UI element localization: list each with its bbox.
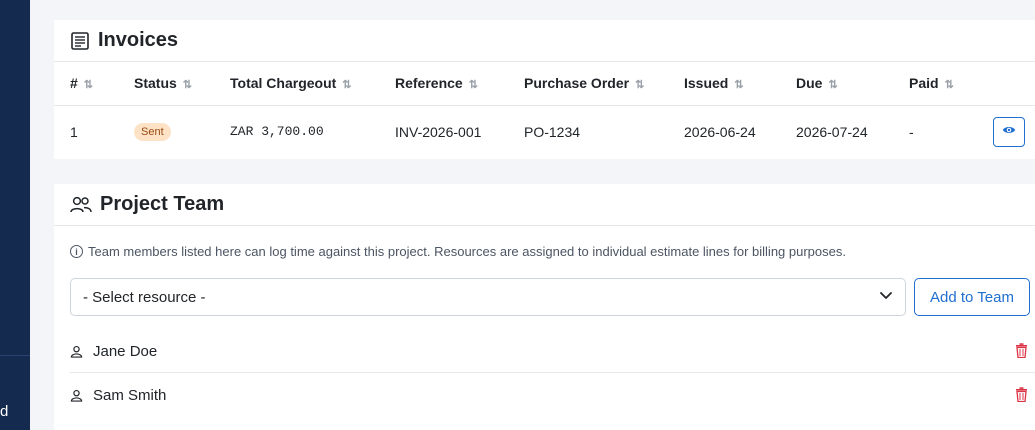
column-header-reference[interactable]: Reference ⇅: [395, 62, 524, 106]
team-member-name: Jane Doe: [93, 342, 158, 360]
project-team-header: Project Team: [54, 184, 1035, 226]
invoices-title: Invoices: [98, 29, 179, 51]
user-icon: [70, 345, 83, 358]
invoice-reference: INV-2026-001: [395, 123, 482, 140]
sort-icon[interactable]: ⇅: [734, 79, 743, 91]
invoice-issued: 2026-06-24: [684, 123, 756, 140]
team-member-row: Jane Doe: [70, 330, 1035, 373]
trash-icon[interactable]: [1015, 387, 1028, 406]
sort-icon[interactable]: ⇅: [945, 79, 954, 91]
invoice-list-icon: [70, 31, 90, 51]
team-info-message: Team members listed here can log time ag…: [88, 244, 846, 259]
column-header-total[interactable]: Total Chargeout ⇅: [230, 62, 395, 106]
column-header-actions: [989, 62, 1035, 106]
project-team-title: Project Team: [100, 193, 225, 215]
column-header-number[interactable]: # ⇅: [54, 62, 134, 106]
invoice-due: 2026-07-24: [796, 123, 868, 140]
add-to-team-button[interactable]: Add to Team: [914, 278, 1030, 316]
column-header-paid[interactable]: Paid ⇅: [909, 62, 989, 106]
invoices-card: Invoices # ⇅ Status ⇅ Total Chargeout ⇅ Ref…: [54, 20, 1035, 159]
sort-icon[interactable]: ⇅: [342, 79, 351, 91]
table-row: 1 Sent ZAR 3,700.00 INV-2026-001 PO-1234…: [54, 105, 1035, 158]
trash-icon[interactable]: [1015, 343, 1028, 362]
invoices-table: # ⇅ Status ⇅ Total Chargeout ⇅ Reference ⇅ P…: [54, 62, 1035, 158]
eye-icon: [1002, 123, 1016, 140]
info-icon: i: [70, 245, 83, 258]
invoice-total: ZAR 3,700.00: [230, 124, 324, 140]
status-badge: Sent: [134, 123, 171, 142]
column-header-due[interactable]: Due ⇅: [796, 62, 909, 106]
sidebar-item-label[interactable]: d: [0, 402, 8, 422]
column-header-purchase-order[interactable]: Purchase Order ⇅: [524, 62, 684, 106]
sort-icon[interactable]: ⇅: [469, 79, 478, 91]
team-users-icon: [70, 195, 92, 215]
resource-select[interactable]: - Select resource -: [70, 278, 906, 316]
team-member-name: Sam Smith: [93, 387, 167, 404]
sort-icon[interactable]: ⇅: [828, 79, 837, 91]
table-header-row: # ⇅ Status ⇅ Total Chargeout ⇅ Reference ⇅ P…: [54, 62, 1035, 106]
invoices-header: Invoices: [54, 20, 1035, 62]
column-header-status[interactable]: Status ⇅: [134, 62, 230, 106]
team-member-row: Sam Smith: [70, 374, 1035, 417]
team-info-text: i Team members listed here can log time …: [70, 244, 846, 259]
invoice-number: 1: [70, 123, 78, 140]
sort-icon[interactable]: ⇅: [183, 79, 192, 91]
sidebar: d: [0, 0, 30, 430]
column-header-issued[interactable]: Issued ⇅: [684, 62, 796, 106]
sidebar-divider: [0, 355, 30, 356]
project-team-card: Project Team i Team members listed here …: [54, 184, 1035, 430]
view-invoice-button[interactable]: [993, 116, 1025, 147]
chevron-down-icon: [879, 288, 893, 306]
user-icon: [70, 389, 83, 402]
invoice-purchase-order: PO-1234: [524, 123, 581, 140]
resource-select-value: - Select resource -: [83, 288, 206, 306]
invoice-paid: -: [909, 123, 914, 140]
sort-icon[interactable]: ⇅: [635, 79, 644, 91]
sort-icon[interactable]: ⇅: [84, 79, 93, 91]
